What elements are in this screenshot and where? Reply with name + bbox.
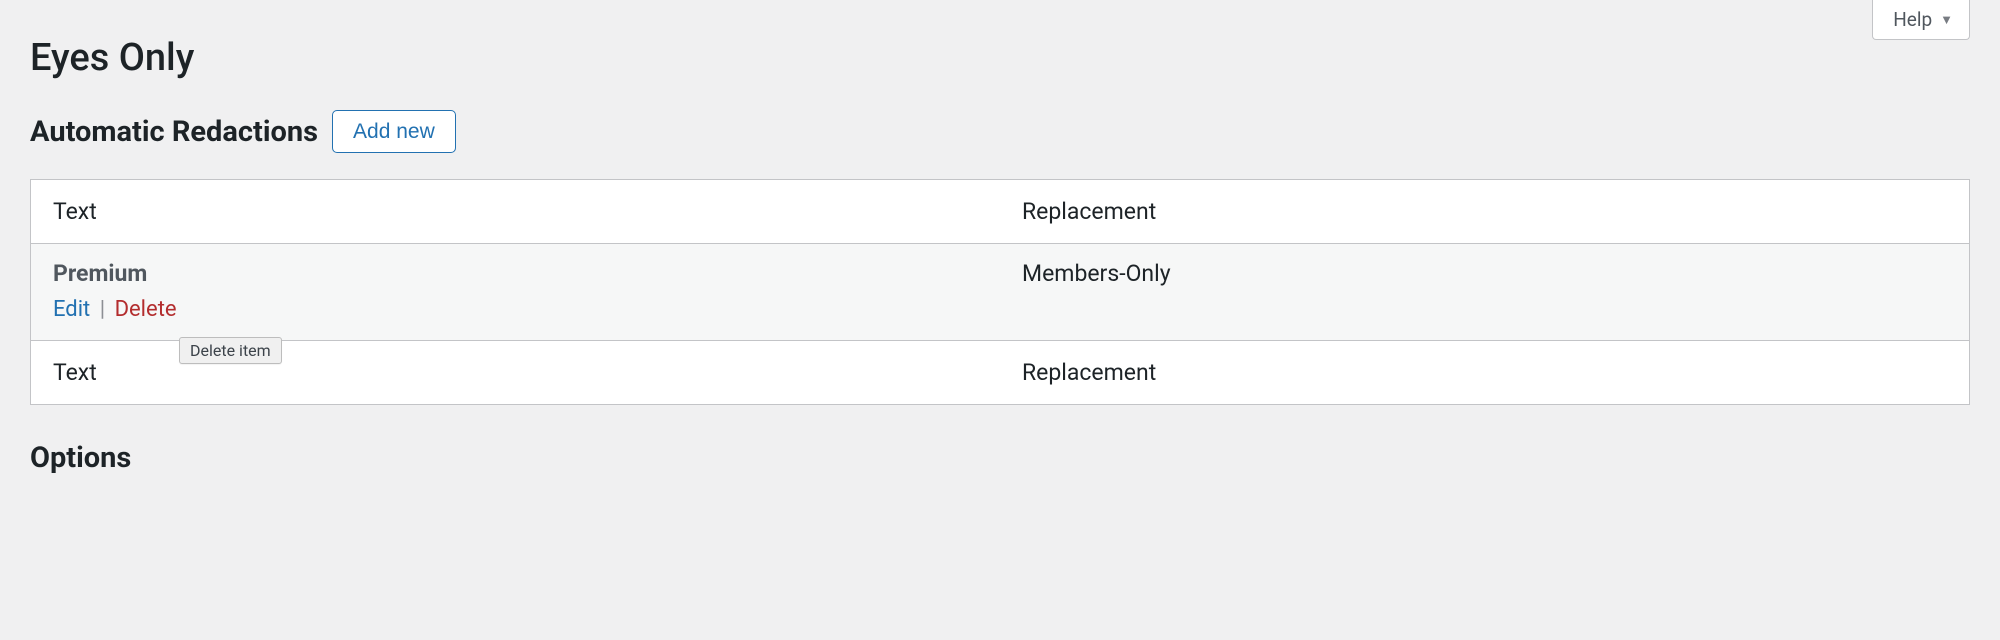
options-heading: Options [30, 405, 1970, 475]
delete-tooltip: Delete item [179, 337, 282, 364]
column-header-text[interactable]: Text [31, 180, 1001, 244]
row-text-value: Premium [53, 260, 978, 295]
action-separator: | [96, 297, 109, 322]
help-tab[interactable]: Help ▼ [1872, 0, 1970, 40]
row-replacement-value: Members-Only [1022, 260, 1171, 287]
edit-link[interactable]: Edit [53, 297, 90, 322]
table-row: Premium Edit | Delete Delete item Member… [31, 244, 1970, 341]
column-footer-replacement[interactable]: Replacement [1000, 341, 1970, 405]
add-new-button[interactable]: Add new [332, 110, 456, 153]
redactions-table: Text Replacement Premium Edit | Delete D… [30, 179, 1970, 405]
row-actions: Edit | Delete Delete item [53, 297, 177, 322]
chevron-down-icon: ▼ [1940, 12, 1953, 28]
delete-link[interactable]: Delete [115, 297, 177, 322]
column-footer-text[interactable]: Text [31, 341, 1001, 405]
page-title: Eyes Only [30, 0, 1970, 110]
help-label: Help [1893, 8, 1932, 31]
column-header-replacement[interactable]: Replacement [1000, 180, 1970, 244]
redactions-heading: Automatic Redactions [30, 115, 318, 149]
